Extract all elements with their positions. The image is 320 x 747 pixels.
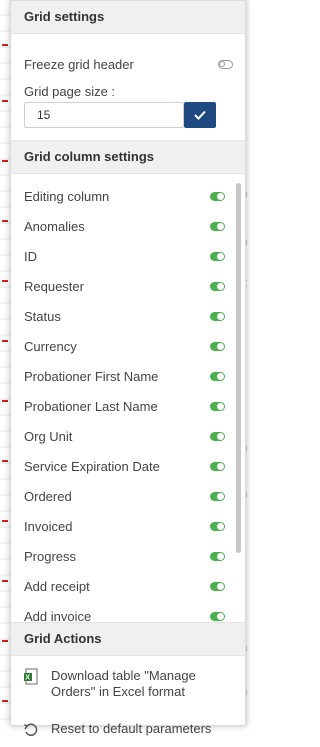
column-list: Editing column Anomalies ID Requester St… (11, 182, 245, 622)
column-visibility-toggle[interactable] (210, 372, 225, 381)
column-item[interactable]: Anomalies (11, 212, 245, 242)
column-visibility-toggle[interactable] (210, 402, 225, 411)
row-marker (2, 400, 8, 402)
column-label: Probationer Last Name (24, 399, 158, 414)
column-label: Anomalies (24, 219, 85, 234)
row-marker (2, 280, 8, 282)
column-label: Add receipt (24, 579, 90, 594)
row-marker (2, 220, 8, 222)
column-label: ID (24, 249, 37, 264)
row-marker (2, 580, 8, 582)
download-excel-label-line1: Download table "Manage (51, 668, 196, 683)
download-excel-label-line2: Orders" in Excel format (51, 684, 185, 699)
row-marker (2, 640, 8, 642)
column-item[interactable]: Probationer First Name (11, 362, 245, 392)
excel-file-icon: X (23, 668, 39, 689)
column-visibility-toggle[interactable] (210, 522, 225, 531)
column-label: Currency (24, 339, 77, 354)
column-item[interactable]: Currency (11, 332, 245, 362)
column-item[interactable]: Requester (11, 272, 245, 302)
column-label: Status (24, 309, 61, 324)
column-visibility-toggle[interactable] (210, 282, 225, 291)
column-visibility-toggle[interactable] (210, 252, 225, 261)
column-label: Ordered (24, 489, 72, 504)
freeze-header-toggle[interactable] (218, 60, 233, 69)
column-visibility-toggle[interactable] (210, 312, 225, 321)
column-item[interactable]: Org Unit (11, 422, 245, 452)
column-visibility-toggle[interactable] (210, 552, 225, 561)
column-visibility-toggle[interactable] (210, 432, 225, 441)
column-visibility-toggle[interactable] (210, 462, 225, 471)
column-visibility-toggle[interactable] (210, 492, 225, 501)
column-item[interactable]: Add receipt (11, 572, 245, 602)
column-visibility-toggle[interactable] (210, 612, 225, 621)
reset-icon (23, 721, 39, 747)
column-label: Org Unit (24, 429, 73, 444)
grid-column-settings-header: Grid column settings (11, 140, 245, 174)
grid-settings-panel: Grid settings Freeze grid header Grid pa… (10, 0, 246, 736)
row-marker (2, 460, 8, 462)
page-size-row (24, 102, 245, 130)
row-marker (2, 340, 8, 342)
page-size-label: Grid page size : (24, 84, 116, 99)
row-marker (2, 700, 8, 702)
page-size-input[interactable] (24, 102, 184, 128)
row-marker (2, 44, 8, 46)
column-visibility-toggle[interactable] (210, 342, 225, 351)
confirm-page-size-button[interactable] (184, 102, 216, 128)
column-item[interactable]: Ordered (11, 482, 245, 512)
column-item[interactable]: Editing column (11, 182, 245, 212)
row-marker (2, 520, 8, 522)
column-visibility-toggle[interactable] (210, 222, 225, 231)
download-excel-action[interactable]: X Download table "Manage Orders" in Exce… (11, 666, 245, 716)
column-item[interactable]: Add invoice (11, 602, 245, 622)
column-item[interactable]: Status (11, 302, 245, 332)
column-item[interactable]: Service Expiration Date (11, 452, 245, 482)
grid-settings-header: Grid settings (11, 1, 245, 34)
column-label: Probationer First Name (24, 369, 159, 384)
svg-text:X: X (25, 675, 30, 682)
row-marker (2, 160, 8, 162)
column-list-scrollbar[interactable] (236, 183, 241, 553)
column-item[interactable]: Invoiced (11, 512, 245, 542)
column-item[interactable]: ID (11, 242, 245, 272)
column-label: Editing column (24, 189, 110, 204)
freeze-header-label: Freeze grid header (24, 57, 134, 72)
column-visibility-toggle[interactable] (210, 582, 225, 591)
freeze-header-row[interactable]: Freeze grid header (11, 50, 245, 80)
column-label: Invoiced (24, 519, 73, 534)
grid-actions-header: Grid Actions (11, 622, 245, 656)
column-label: Add invoice (24, 609, 92, 622)
reset-defaults-label: Reset to default parameters (51, 721, 212, 736)
reset-defaults-action[interactable]: Reset to default parameters (11, 716, 245, 742)
row-marker (2, 100, 8, 102)
column-item[interactable]: Progress (11, 542, 245, 572)
column-label: Progress (24, 549, 77, 564)
checkmark-icon (194, 110, 206, 120)
column-item[interactable]: Probationer Last Name (11, 392, 245, 422)
column-label: Service Expiration Date (24, 459, 160, 474)
column-visibility-toggle[interactable] (210, 192, 225, 201)
column-label: Requester (24, 279, 84, 294)
